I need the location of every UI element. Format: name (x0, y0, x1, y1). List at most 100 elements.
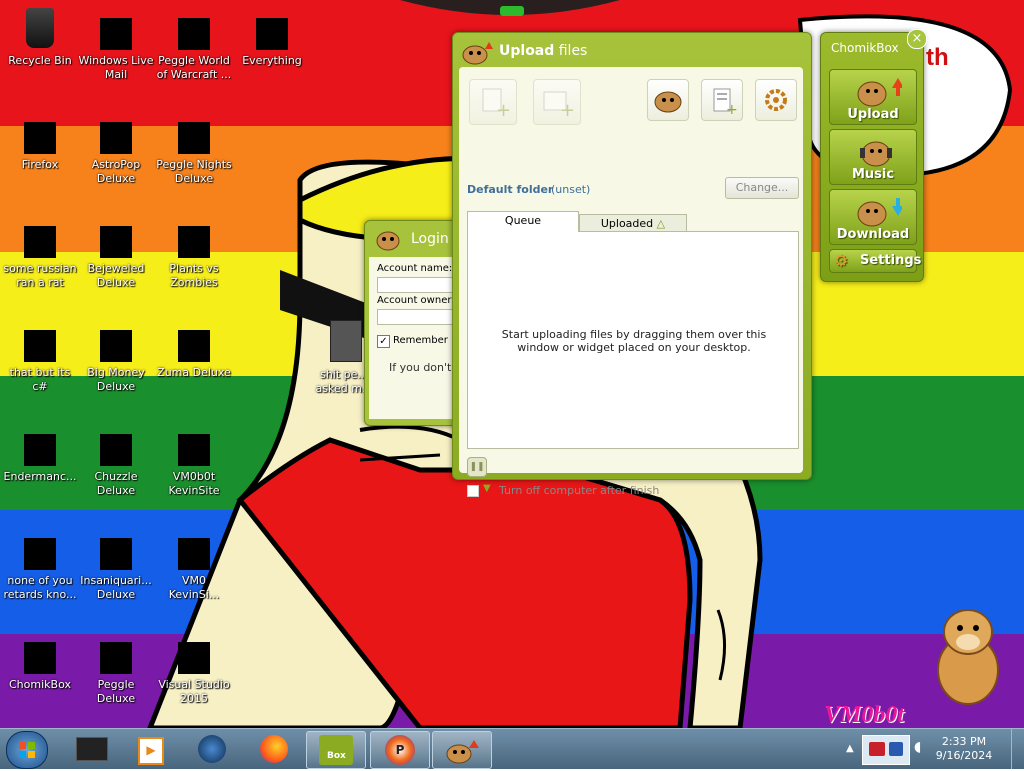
desktop-icon[interactable]: AstroPop Deluxe (78, 108, 154, 186)
redaction-box (24, 122, 56, 154)
desktop-icon-label: Windows Live Mail (78, 54, 154, 81)
desktop-icon[interactable]: VM0 KevinSi... (156, 524, 232, 602)
app-icon (76, 737, 108, 761)
desktop-icon[interactable]: Plants vs Zombies (156, 212, 232, 290)
taskbar-peggle-button[interactable]: P (370, 731, 430, 769)
game-icon (92, 628, 140, 676)
taskbar-firefox-button[interactable] (244, 731, 302, 767)
hamster-button[interactable] (647, 79, 689, 121)
tray-icon[interactable] (862, 735, 910, 765)
desktop-icon[interactable]: Peggle Nights Deluxe (156, 108, 232, 186)
widget-music-button[interactable]: Music (829, 129, 917, 185)
redaction-box (100, 434, 132, 466)
desktop-icon[interactable]: some russian ran a rat (2, 212, 78, 290)
add-folder-icon: + (543, 91, 575, 121)
widget-settings-button[interactable]: ⚙ Settings (829, 249, 921, 273)
game-icon (170, 212, 218, 260)
login-title: Login (411, 231, 449, 247)
redaction-box (24, 538, 56, 570)
start-button[interactable] (6, 731, 48, 769)
desktop-icon-label: VM0b0t KevinSite (168, 470, 220, 497)
tab-queue-label: Queue (504, 214, 542, 227)
desktop-icon[interactable]: none of you retards kno... (2, 524, 78, 602)
widget-download-button[interactable]: Download (829, 189, 917, 245)
search-app-icon (248, 4, 296, 52)
speech-bubble-text: th (926, 44, 949, 71)
show-hidden-icons-button[interactable]: ▲ (846, 743, 854, 754)
desktop-icon[interactable]: Everything (234, 4, 310, 68)
desktop-icon[interactable]: Visual Studio 2015 (156, 628, 232, 706)
desktop-icon[interactable]: Endermanc... (2, 420, 78, 484)
desktop-icon[interactable]: Windows Live Mail (78, 4, 154, 82)
redaction-box (178, 18, 210, 50)
turn-off-checkbox[interactable] (467, 485, 479, 497)
desktop-icon[interactable]: Peggle World of Warcraft ... (156, 4, 232, 82)
desktop-icon[interactable]: Firefox (2, 108, 78, 172)
add-files-button[interactable]: + (469, 79, 517, 125)
desktop-icon[interactable]: that but its c# (2, 316, 78, 394)
chomikbox-widget[interactable]: ChomikBox × Upload Music Download ⚙ Sett… (820, 29, 927, 282)
taskbar-app-button[interactable] (62, 731, 120, 767)
close-icon[interactable]: × (907, 29, 927, 49)
peggle-icon: P (385, 735, 415, 765)
desktop-icon[interactable]: VM0b0t KevinSite (156, 420, 232, 498)
widget-upload-button[interactable]: Upload (829, 69, 917, 125)
redaction-box (100, 226, 132, 258)
desktop-icon[interactable]: Bejeweled Deluxe (78, 212, 154, 290)
taskbar-globe-button[interactable] (182, 731, 240, 767)
flag-icon (889, 742, 903, 756)
desktop-icon[interactable]: Peggle Deluxe (78, 628, 154, 706)
show-desktop-button[interactable] (1011, 729, 1024, 769)
change-folder-button[interactable]: Change... (725, 177, 799, 199)
taskbar-upload-button[interactable] (432, 731, 492, 769)
taskbar-clock[interactable]: 2:33 PM 9/16/2024 (928, 735, 1000, 763)
desktop-icon[interactable]: Insaniquari... Deluxe (78, 524, 154, 602)
redaction-box (178, 434, 210, 466)
svg-text:+: + (560, 100, 575, 121)
remember-checkbox[interactable]: ✓ (377, 335, 390, 348)
pause-button[interactable]: ❚❚ (467, 457, 487, 477)
redaction-box (100, 330, 132, 362)
taskbar-chomikbox-button[interactable]: Box (306, 731, 366, 769)
desktop-icon-label: Bejeweled Deluxe (87, 262, 145, 289)
queue-panel[interactable]: Start uploading files by dragging them o… (467, 231, 799, 449)
upload-window[interactable]: Upload files + + + Default folder (unset… (452, 32, 812, 497)
file-icon (16, 212, 64, 260)
recycle-bin-icon (16, 4, 64, 52)
add-folder-button[interactable]: + (533, 79, 581, 125)
queue-empty-message: Start uploading files by dragging them o… (501, 328, 767, 354)
settings-button[interactable] (755, 79, 797, 121)
tab-queue[interactable]: Queue (467, 211, 579, 232)
desktop-icon-label: Everything (242, 54, 302, 67)
desktop-icon[interactable]: Zuma Deluxe (156, 316, 232, 380)
desktop-icon-label: Endermanc... (3, 470, 77, 483)
widget-music-label: Music (851, 167, 895, 182)
upload-icon (446, 740, 479, 764)
redaction-box (178, 642, 210, 674)
file-icon[interactable] (330, 320, 362, 362)
account-name-label: Account name: (377, 263, 453, 274)
gear-icon: ⚙ (834, 251, 849, 270)
svg-text:+: + (496, 100, 511, 121)
desktop-icon[interactable]: Recycle Bin (2, 4, 78, 68)
chomikbox-icon (16, 628, 64, 676)
game-icon (92, 212, 140, 260)
game-icon (92, 108, 140, 156)
desktop-icon[interactable]: ChomikBox (2, 628, 78, 692)
clipboard-add-button[interactable]: + (701, 79, 743, 121)
wallpaper-signature: VM0b0t (824, 702, 905, 728)
desktop-icon-label: Insaniquari... Deluxe (80, 574, 152, 601)
pause-icon: ❚❚ (469, 462, 485, 472)
game-icon (92, 420, 140, 468)
default-folder-label: Default folder (467, 183, 554, 196)
hamster-icon (375, 227, 401, 251)
upload-app-icon (461, 39, 493, 65)
taskbar-media-player-button[interactable]: ▶ (120, 731, 178, 767)
desktop-icon-label: Chuzzle Deluxe (94, 470, 138, 497)
login-window[interactable]: Login Account name: Account owner ✓ Reme… (364, 220, 465, 426)
desktop-icon[interactable]: Chuzzle Deluxe (78, 420, 154, 498)
desktop-icon-label: Peggle Nights Deluxe (156, 158, 232, 185)
desktop-icon[interactable]: Big Money Deluxe (78, 316, 154, 394)
game-icon (92, 316, 140, 364)
globe-icon (198, 735, 226, 763)
